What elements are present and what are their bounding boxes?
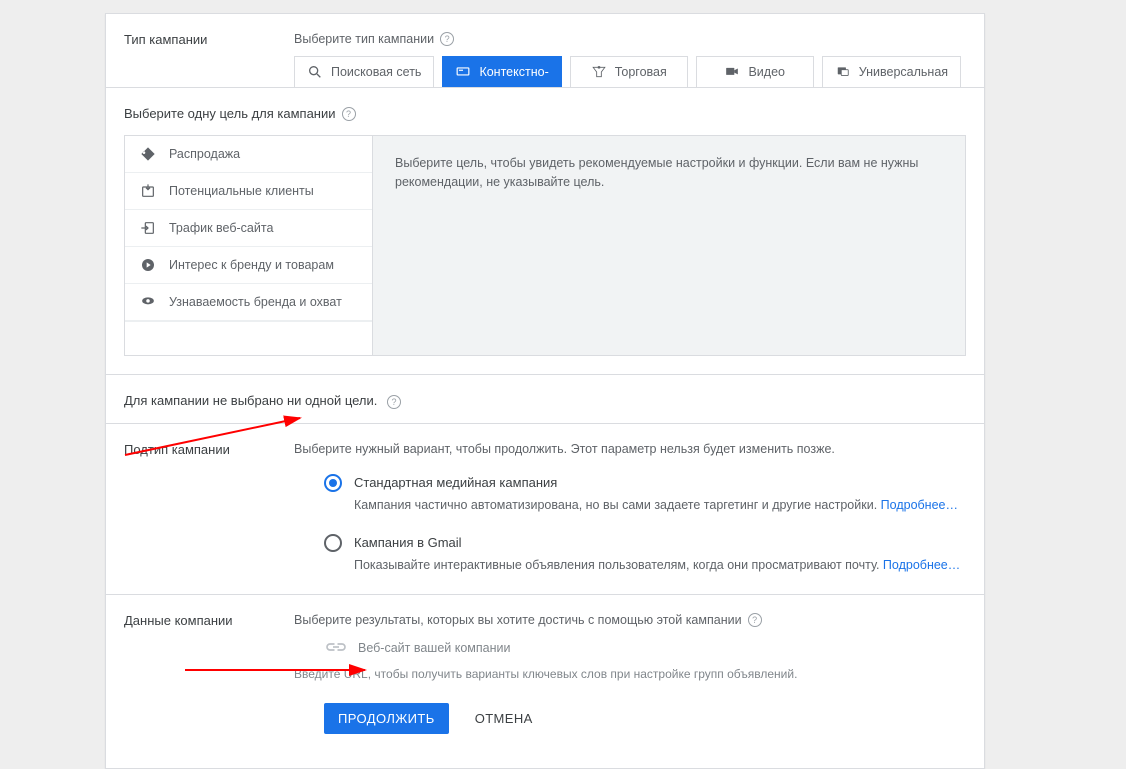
help-icon[interactable]: ? (342, 107, 356, 121)
arrow-in-icon (139, 219, 157, 237)
goals-empty-row (125, 321, 372, 355)
goals-prompt: Выберите одну цель для кампании (124, 106, 336, 121)
no-goal-text: Для кампании не выбрано ни одной цели. (124, 393, 377, 408)
goal-label: Распродажа (169, 147, 240, 161)
eye-icon (139, 293, 157, 311)
radio-label: Кампания в Gmail (354, 535, 462, 550)
company-label: Данные компании (124, 613, 233, 628)
shopping-icon (591, 65, 607, 79)
radio-option-gmail[interactable]: Кампания в Gmail Показывайте интерактивн… (324, 534, 966, 572)
company-prompt: Выберите результаты, которых вы хотите д… (294, 613, 742, 627)
subtype-label: Подтип кампании (124, 442, 230, 457)
tab-label: Универсальная (859, 65, 948, 79)
goal-label: Трафик веб-сайта (169, 221, 273, 235)
goals-container: Распродажа Потенциальные клиенты Трафик … (124, 135, 966, 356)
video-icon (724, 65, 740, 79)
goal-item-awareness[interactable]: Узнаваемость бренда и охват (125, 284, 372, 321)
goal-label: Узнаваемость бренда и охват (169, 295, 342, 309)
subtype-prompt: Выберите нужный вариант, чтобы продолжит… (294, 442, 966, 456)
section-goals: Выберите одну цель для кампании ? Распро… (106, 87, 984, 375)
tag-icon (139, 145, 157, 163)
learn-more-link[interactable]: Подробнее… (883, 558, 960, 572)
display-icon (455, 65, 471, 79)
tab-shopping[interactable]: Торговая (570, 56, 688, 88)
tab-label: Видео (748, 65, 785, 79)
radio-description: Показывайте интерактивные объявления пол… (354, 558, 966, 572)
play-icon (139, 256, 157, 274)
tab-video[interactable]: Видео (696, 56, 814, 88)
goals-list: Распродажа Потенциальные клиенты Трафик … (125, 136, 373, 355)
no-goal-selected-row: Для кампании не выбрано ни одной цели. ? (106, 375, 984, 424)
goals-help-text: Выберите цель, чтобы увидеть рекомендуем… (373, 136, 965, 355)
campaign-type-label: Тип кампании (124, 32, 207, 47)
radio-label: Стандартная медийная кампания (354, 475, 557, 490)
campaign-type-prompt: Выберите тип кампании (294, 32, 434, 46)
tab-display[interactable]: Контекстно- (442, 56, 561, 88)
app-icon (835, 65, 851, 79)
tab-label: Поисковая сеть (331, 65, 421, 79)
help-icon[interactable]: ? (440, 32, 454, 46)
campaign-setup-card: Тип кампании Выберите тип кампании ? Пои… (105, 13, 985, 769)
goal-label: Интерес к бренду и товарам (169, 258, 334, 272)
help-icon[interactable]: ? (748, 613, 762, 627)
goal-item-traffic[interactable]: Трафик веб-сайта (125, 210, 372, 247)
goal-item-sale[interactable]: Распродажа (125, 136, 372, 173)
learn-more-link[interactable]: Подробнее… (881, 498, 958, 512)
radio-description: Кампания частично автоматизирована, но в… (354, 498, 966, 512)
radio-option-standard[interactable]: Стандартная медийная кампания Кампания ч… (324, 474, 966, 512)
tab-search[interactable]: Поисковая сеть (294, 56, 434, 88)
lead-icon (139, 182, 157, 200)
website-row[interactable]: Веб-сайт вашей компании (324, 641, 966, 655)
link-icon (324, 641, 348, 655)
section-campaign-type: Тип кампании Выберите тип кампании ? Пои… (106, 14, 984, 88)
goal-label: Потенциальные клиенты (169, 184, 314, 198)
goal-item-leads[interactable]: Потенциальные клиенты (125, 173, 372, 210)
tab-universal[interactable]: Универсальная (822, 56, 961, 88)
button-row: ПРОДОЛЖИТЬ ОТМЕНА (324, 703, 966, 750)
search-icon (307, 65, 323, 79)
cancel-button[interactable]: ОТМЕНА (475, 711, 533, 726)
goal-item-brand-interest[interactable]: Интерес к бренду и товарам (125, 247, 372, 284)
continue-button[interactable]: ПРОДОЛЖИТЬ (324, 703, 449, 734)
url-hint: Введите URL, чтобы получить варианты клю… (294, 667, 966, 681)
radio-indicator (324, 474, 342, 492)
tab-label: Контекстно- (479, 65, 548, 79)
section-company: Данные компании Выберите результаты, кот… (106, 595, 984, 768)
tab-label: Торговая (615, 65, 667, 79)
website-label: Веб-сайт вашей компании (358, 641, 510, 655)
campaign-type-tabs: Поисковая сеть Контекстно- Торговая (294, 56, 966, 88)
help-icon[interactable]: ? (387, 395, 401, 409)
section-subtype: Подтип кампании Выберите нужный вариант,… (106, 424, 984, 595)
radio-indicator (324, 534, 342, 552)
